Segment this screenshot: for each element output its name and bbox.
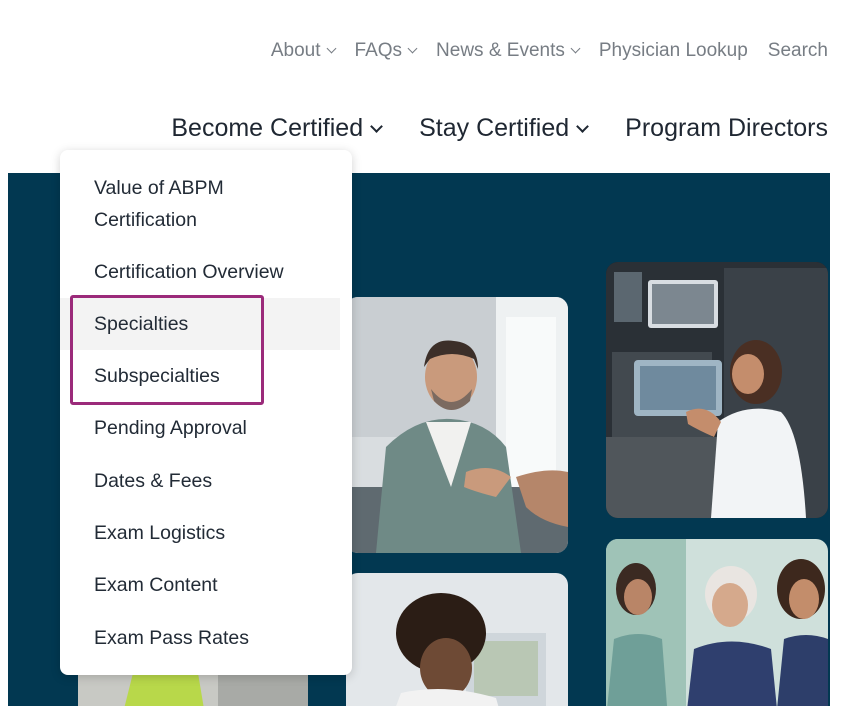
hero-photo-lab-technician — [606, 262, 828, 518]
utility-nav-news-events[interactable]: News & Events — [436, 40, 581, 62]
main-nav-label: Program Directors — [625, 114, 828, 142]
chevron-down-icon — [370, 119, 383, 133]
main-nav: Become Certified Stay Certified Program … — [171, 114, 828, 143]
chevron-down-icon — [570, 43, 581, 54]
menu-item-dates-fees[interactable]: Dates & Fees — [60, 465, 340, 497]
utility-nav-label: Physician Lookup — [598, 40, 748, 61]
chevron-down-icon — [576, 119, 590, 133]
utility-nav-label: About — [270, 40, 321, 61]
utility-nav-faqs[interactable]: FAQs — [354, 40, 418, 62]
menu-item-specialties[interactable]: Specialties — [60, 298, 340, 350]
utility-nav-about[interactable]: About — [270, 40, 336, 62]
menu-item-certification-overview[interactable]: Certification Overview — [60, 256, 340, 288]
utility-nav-label: Search — [767, 40, 828, 61]
main-nav-become-certified[interactable]: Become Certified — [171, 114, 383, 143]
menu-item-exam-pass-rates[interactable]: Exam Pass Rates — [60, 622, 340, 654]
utility-nav-search[interactable]: Search — [768, 40, 828, 62]
menu-item-pending-approval[interactable]: Pending Approval — [60, 412, 340, 444]
utility-nav-label: News & Events — [436, 40, 565, 61]
menu-item-value-of-abpm-certification[interactable]: Value of ABPM Certification — [60, 172, 340, 236]
main-nav-label: Become Certified — [171, 114, 364, 142]
menu-item-exam-content[interactable]: Exam Content — [60, 569, 340, 601]
main-nav-stay-certified[interactable]: Stay Certified — [419, 114, 590, 143]
menu-item-subspecialties[interactable]: Subspecialties — [60, 360, 340, 392]
chevron-down-icon — [407, 43, 418, 54]
utility-nav-physician-lookup[interactable]: Physician Lookup — [599, 40, 748, 62]
utility-nav-label: FAQs — [354, 40, 403, 61]
chevron-down-icon — [326, 43, 336, 54]
hero-photo-nurses — [606, 539, 828, 706]
become-certified-dropdown: Value of ABPM Certification Certificatio… — [60, 150, 352, 675]
main-nav-label: Stay Certified — [419, 114, 570, 142]
hero-photo-desk-worker — [346, 573, 568, 706]
menu-item-exam-logistics[interactable]: Exam Logistics — [60, 517, 340, 549]
hero-photo-man-talking — [346, 297, 568, 553]
main-nav-program-directors[interactable]: Program Directors — [625, 114, 828, 143]
utility-nav: About FAQs News & Events Physician Looku… — [271, 40, 828, 62]
